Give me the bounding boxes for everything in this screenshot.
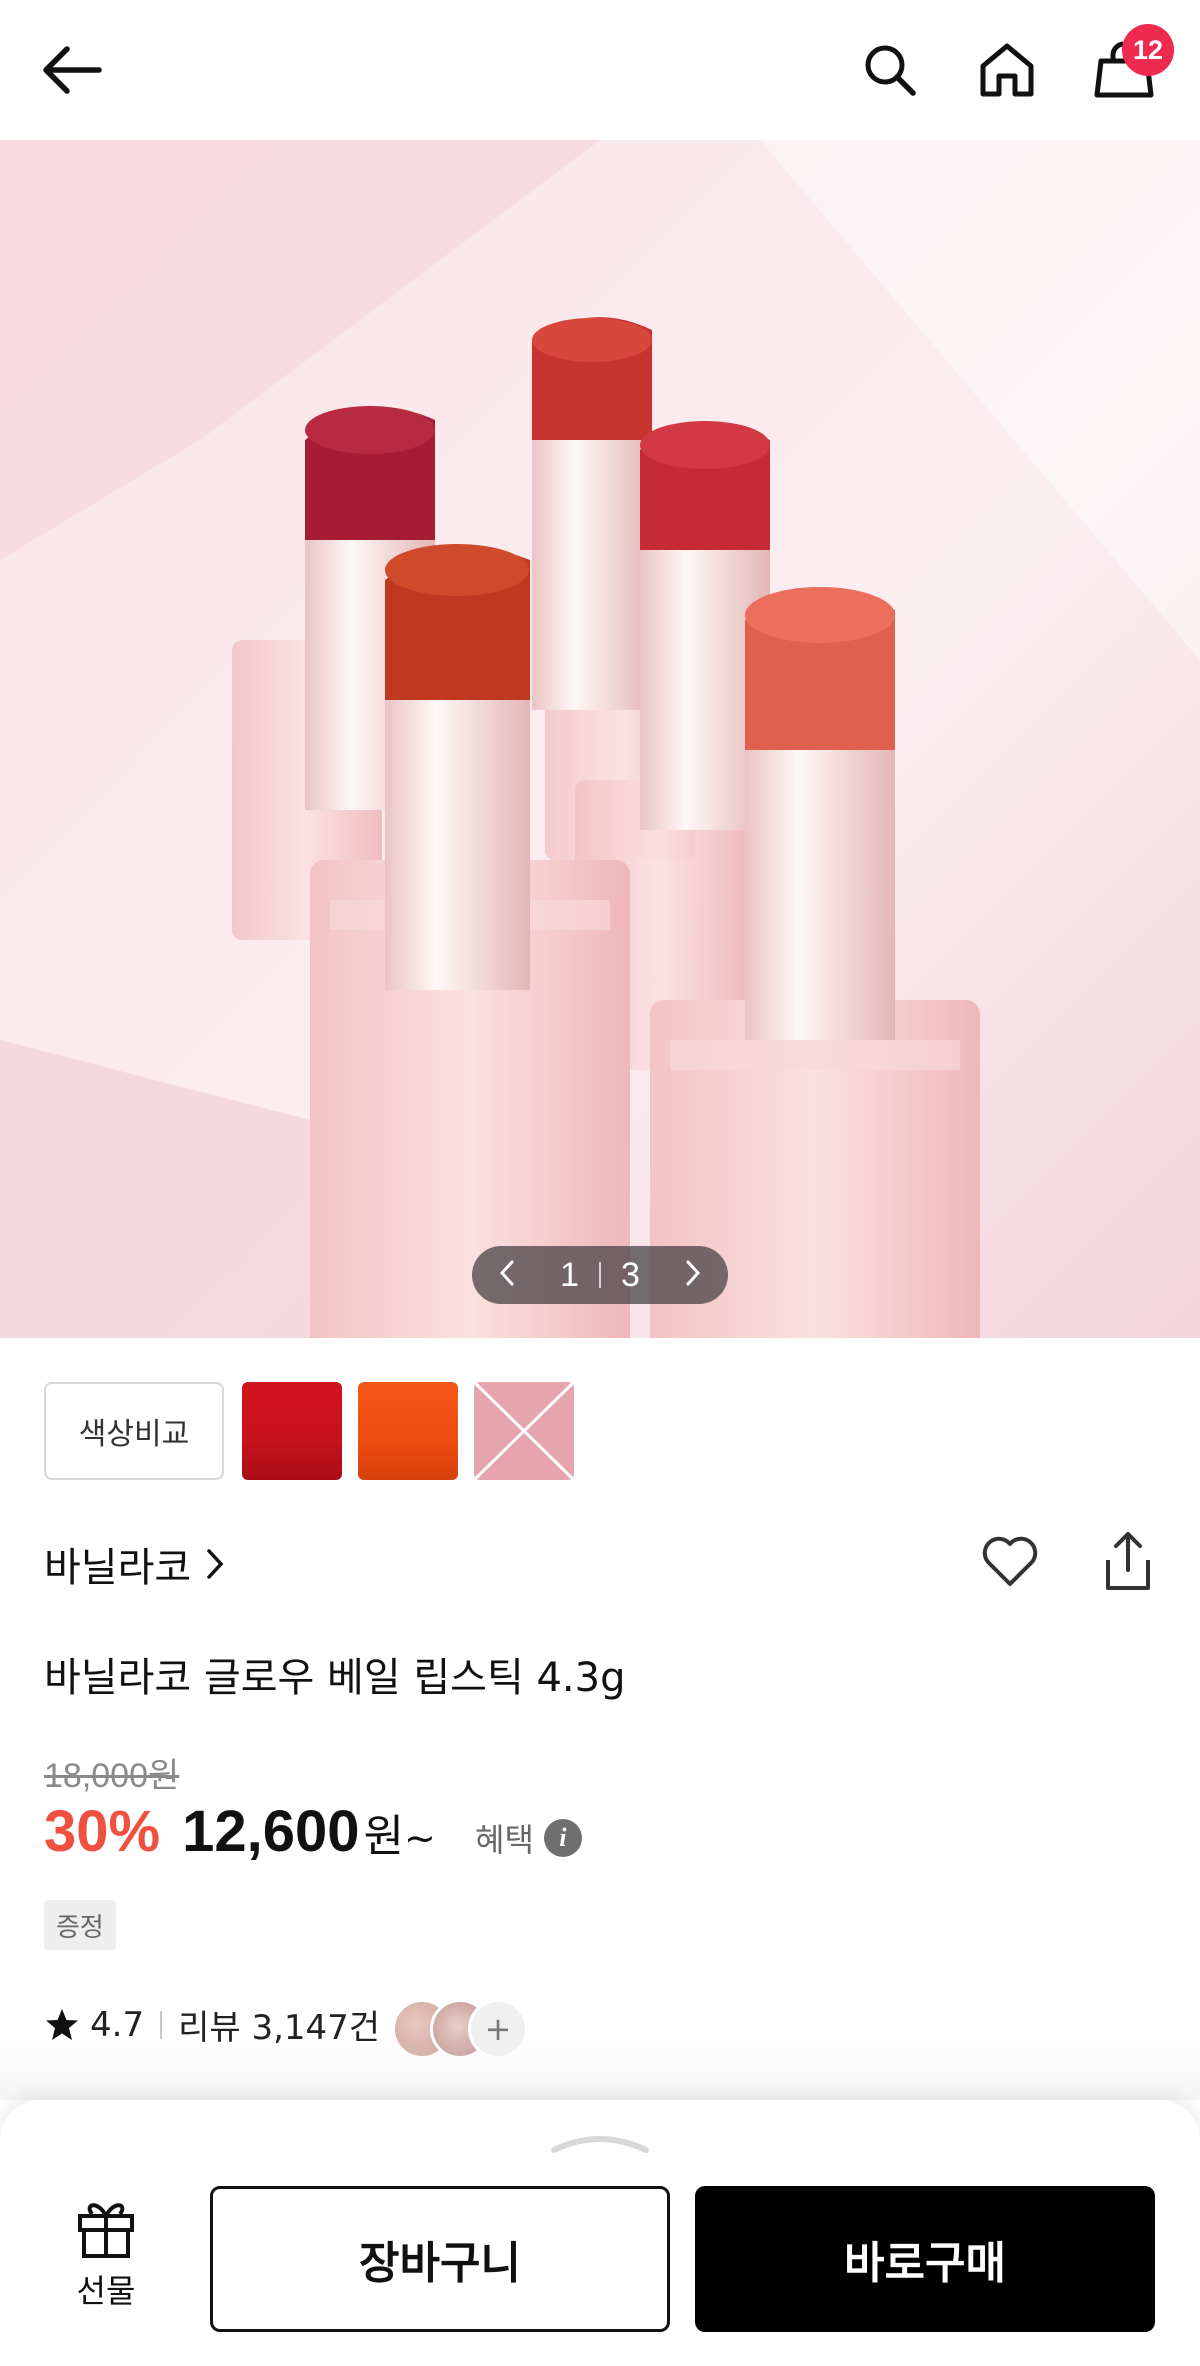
arrow-left-icon (43, 46, 102, 94)
gift-tag-badge: 증정 (44, 1900, 116, 1950)
original-price: 18,000원 (44, 1757, 180, 1795)
home-button[interactable] (967, 30, 1047, 110)
chevron-right-icon (686, 1260, 701, 1286)
gallery-current-page: 1 (560, 1255, 579, 1294)
chevron-up-icon[interactable] (550, 2128, 650, 2156)
currency-unit: 원 (363, 1811, 404, 1862)
sale-price: 12,600 (182, 1799, 360, 1864)
add-to-cart-button[interactable]: 장바구니 (210, 2186, 670, 2332)
home-icon (980, 43, 1034, 97)
rating-divider (160, 2010, 163, 2039)
cart-count-badge: 12 (1122, 24, 1174, 76)
search-icon (865, 45, 916, 96)
discount-rate: 30% (44, 1799, 161, 1864)
brand-name: 바닐라코 (44, 1545, 192, 1591)
search-button[interactable] (850, 30, 930, 110)
rating-value: 4.7 (90, 2004, 145, 2045)
price-suffix: ~ (403, 1816, 436, 1860)
product-image-carousel[interactable] (0, 140, 1200, 1338)
star-icon (46, 2008, 78, 2040)
brand-link[interactable]: 바닐라코 (44, 1535, 225, 1593)
buy-now-button[interactable]: 바로구매 (695, 2186, 1155, 2332)
back-button[interactable] (32, 30, 112, 110)
product-photo (0, 140, 1200, 1338)
gallery-next-button[interactable] (682, 1258, 704, 1292)
share-button[interactable] (1096, 1528, 1160, 1596)
chevron-left-icon (499, 1260, 514, 1286)
gallery-total-pages: 3 (621, 1255, 640, 1294)
gallery-pager: 1 3 (472, 1246, 728, 1304)
product-title: 바닐라코 글로우 베일 립스틱 4.3g (44, 1655, 626, 1701)
wishlist-button[interactable] (978, 1530, 1042, 1594)
color-swatch-pink[interactable] (474, 1382, 574, 1480)
color-swatch-red[interactable] (242, 1382, 342, 1480)
gift-button[interactable]: 선물 (50, 2196, 162, 2326)
info-icon: i (543, 1819, 582, 1857)
color-swatch-orange[interactable] (358, 1382, 458, 1480)
heart-icon (982, 1536, 1038, 1586)
gift-icon (78, 2203, 134, 2258)
scroll-fade (0, 2040, 1200, 2100)
benefit-info-button[interactable]: 혜택 i (475, 1815, 582, 1861)
price-row: 30% 12,600 원 ~ (44, 1798, 436, 1865)
benefit-label: 혜택 (475, 1821, 534, 1859)
pager-divider (599, 1262, 601, 1288)
color-compare-button[interactable]: 색상비교 (44, 1382, 224, 1480)
share-icon (1106, 1532, 1150, 1590)
top-header: 12 (0, 0, 1200, 140)
gift-label: 선물 (76, 2272, 136, 2310)
chevron-right-icon (207, 1549, 224, 1579)
swatch-cross-pattern (474, 1382, 574, 1480)
gallery-prev-button[interactable] (496, 1258, 518, 1292)
